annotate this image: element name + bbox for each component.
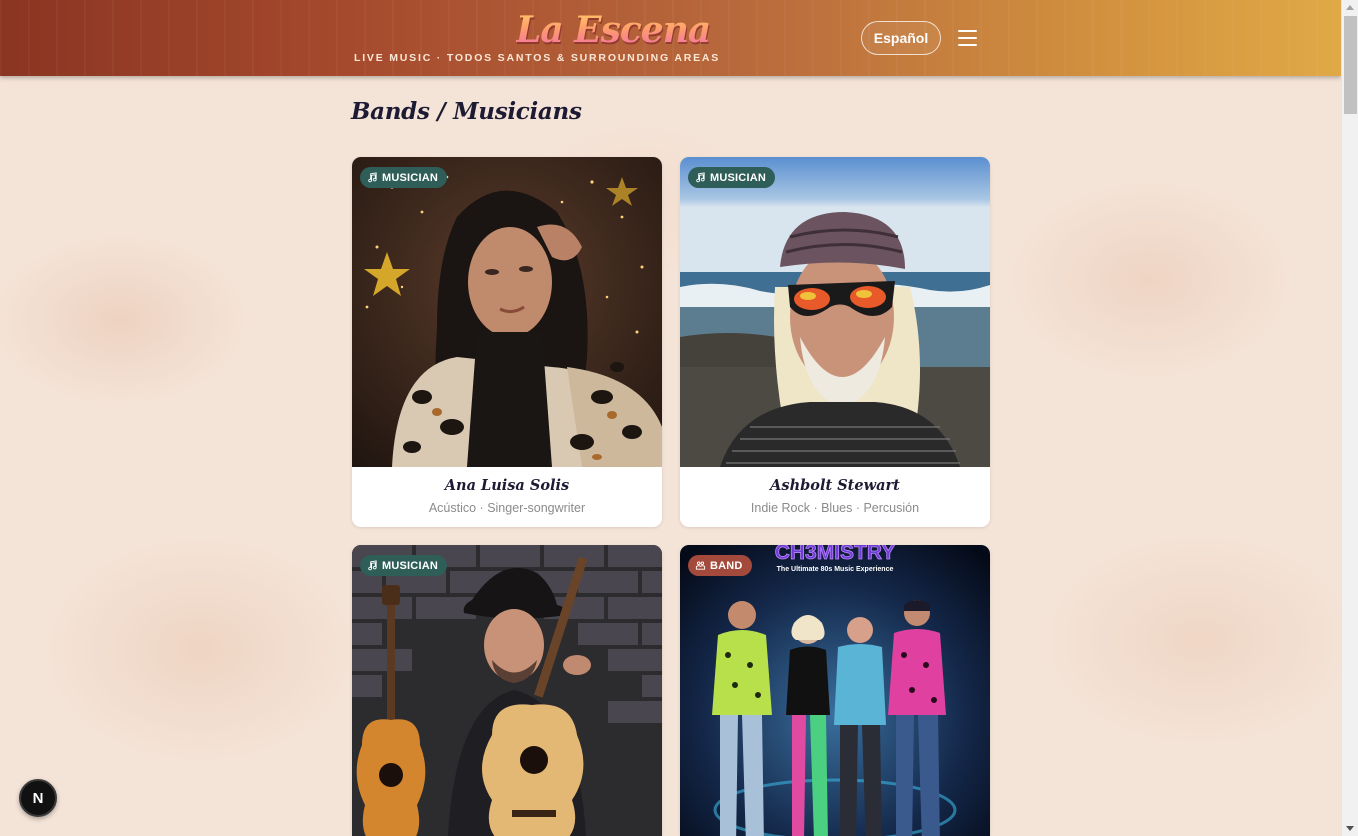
artist-name: Ana Luisa Solis <box>444 477 570 494</box>
menu-line <box>958 37 977 39</box>
musician-badge: MUSICIAN <box>688 167 775 188</box>
site-tagline: LIVE MUSIC · TODOS SANTOS & SURROUNDING … <box>354 52 721 64</box>
logo-text: La Escena <box>516 9 711 51</box>
band-stage-icon <box>695 561 706 570</box>
music-note-icon <box>696 172 705 183</box>
badge-label: BAND <box>710 559 743 572</box>
artist-card[interactable]: CH3MISTRY The Ultimate 80s Music Experie… <box>680 545 990 836</box>
artist-photo <box>680 157 990 467</box>
band-badge: BAND <box>688 555 752 576</box>
artist-card[interactable]: MUSICIAN <box>352 545 662 836</box>
musician-badge: MUSICIAN <box>360 555 447 576</box>
artist-genres: Indie Rock · Blues · Percusión <box>750 501 920 515</box>
page-title: Bands / Musicians <box>351 98 582 125</box>
site-header: La Escena LIVE MUSIC · TODOS SANTOS & SU… <box>0 0 1341 76</box>
menu-line <box>958 30 977 32</box>
badge-label: MUSICIAN <box>710 171 766 184</box>
menu-line <box>958 44 977 46</box>
artist-name: Ashbolt Stewart <box>770 477 900 494</box>
music-note-icon <box>368 172 377 183</box>
poster-subtitle: The Ultimate 80s Music Experience <box>777 566 894 573</box>
badge-label: MUSICIAN <box>382 559 438 572</box>
scroll-up-arrow-icon[interactable] <box>1346 5 1354 10</box>
language-toggle-button[interactable]: Español <box>861 21 941 55</box>
artist-card[interactable]: MUSICIAN Ana Luisa Solis Acústico · Sing… <box>352 157 662 527</box>
hamburger-menu-icon[interactable] <box>958 28 980 48</box>
artist-photo <box>352 157 662 467</box>
scroll-thumb[interactable] <box>1344 16 1357 114</box>
poster-title: CH3MISTRY <box>775 545 896 564</box>
artist-card[interactable]: MUSICIAN Ashbolt Stewart Indie Rock · Bl… <box>680 157 990 527</box>
site-logo[interactable]: La Escena <box>516 8 711 52</box>
artist-photo: CH3MISTRY The Ultimate 80s Music Experie… <box>680 545 990 836</box>
page-scrollbar[interactable] <box>1341 0 1358 836</box>
artist-genres: Acústico · Singer-songwriter <box>428 501 586 515</box>
scroll-down-arrow-icon[interactable] <box>1346 826 1354 831</box>
nextjs-dev-indicator-button[interactable]: N <box>19 779 57 817</box>
music-note-icon <box>368 560 377 571</box>
artist-photo <box>352 545 662 836</box>
musician-badge: MUSICIAN <box>360 167 447 188</box>
badge-label: MUSICIAN <box>382 171 438 184</box>
